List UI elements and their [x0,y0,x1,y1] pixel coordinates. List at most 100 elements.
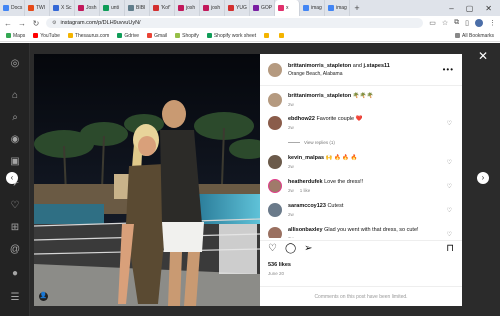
browser-tab[interactable]: Josh [75,0,100,16]
bookmark-item[interactable]: Maps [6,33,25,39]
bookmark-item[interactable]: Gdrive [117,33,139,39]
tab-label: josh [211,5,221,11]
share-icon[interactable]: ➢ [304,243,312,254]
tab-favicon-icon [278,5,284,11]
tab-label: YUG [236,5,247,11]
bookmark-item[interactable]: YouTube [33,33,60,39]
like-comment-icon[interactable]: ♡ [447,207,452,214]
tab-favicon-icon [253,5,259,11]
comment-avatar[interactable] [268,203,282,217]
tab-label: x [286,5,289,11]
close-window-icon[interactable]: ✕ [485,4,492,13]
comment-item: kevin_malpas 🙌 🔥 🔥 🔥 2w ♡ [268,155,456,169]
bookmark-label: Thesaurus.com [74,32,110,39]
bookmark-label: YouTube [40,32,60,39]
url-field[interactable]: ⚙ instagram.com/p/DLH9uvvuUyN/ [46,18,424,28]
tab-favicon-icon [53,5,59,11]
sidebar-icon[interactable]: ▯ [465,19,469,27]
likes-count[interactable]: 536 likes [268,262,291,268]
post-location[interactable]: Orange Beach, Alabama [288,71,390,77]
bookmark-label: Gdrive [124,32,140,39]
comment-item: allisonbaxley Glad you went with that dr… [268,227,456,238]
new-tab-button[interactable]: + [350,3,364,13]
previous-post-arrow-icon[interactable]: ‹ [6,172,18,184]
browser-tab[interactable]: imag [300,0,325,16]
comment-avatar[interactable] [268,116,282,130]
like-icon[interactable]: ♡ [268,243,277,254]
tab-favicon-icon [203,5,209,11]
more-options-icon[interactable]: ••• [443,65,454,74]
close-modal-icon[interactable]: ✕ [478,49,488,63]
comment-avatar[interactable] [268,93,282,107]
browser-tab[interactable]: josh [200,0,225,16]
comment-avatar[interactable] [268,179,282,193]
url-text: instagram.com/p/DLH9uvvuUyN/ [60,20,141,26]
tab-favicon-icon [178,5,184,11]
bookmark-item[interactable]: Thesaurus.com [67,32,110,39]
tab-label: GOP [261,5,273,11]
browser-tab[interactable]: imag [325,0,350,16]
minimize-icon[interactable]: – [449,4,453,13]
post-actions: ♡ ◯ ➢ ⊓ [260,240,462,256]
reload-icon[interactable]: ↻ [32,19,40,28]
view-replies-link[interactable]: View replies (1) [288,140,335,145]
author-names[interactable]: brittanimorris_stapleton and j.stapes11 [288,63,390,69]
back-icon[interactable]: ← [4,19,12,28]
browser-tab[interactable]: BIBI [125,0,150,16]
like-comment-icon[interactable]: ♡ [447,231,452,238]
maximize-icon[interactable]: ▢ [466,4,474,13]
bookmark-favicon-icon [175,33,181,38]
browser-tab[interactable]: unti [100,0,125,16]
bookmark-item[interactable] [279,33,286,39]
bookmark-favicon-icon [147,33,153,38]
browser-tab[interactable]: 'Kof' [150,0,175,16]
bookmark-item[interactable]: Shopify [175,33,199,39]
author-avatar[interactable] [268,62,282,77]
browser-tab-bar: Docs TWI X Sc Josh unti BIBI 'Kof' josh josh YUG G… [0,0,500,16]
bookmark-label: Shopify work sheet [213,32,257,39]
address-bar-row: ← → ↻ ⚙ instagram.com/p/DLH9uvvuUyN/ ▭ ☆… [0,16,500,30]
tagged-users-icon[interactable]: 👤 [39,292,48,301]
like-comment-icon[interactable]: ♡ [447,159,452,166]
browser-tab[interactable]: TWI [25,0,50,16]
comment-item: saramccoy123 Cutest 2w ♡ [268,203,456,217]
bookmark-item[interactable] [264,33,271,39]
bookmark-item[interactable]: Shopify work sheet [206,32,257,39]
like-comment-icon[interactable]: ♡ [447,120,452,127]
menu-icon[interactable]: ⋮ [489,19,496,27]
folder-icon [455,33,461,38]
comment-item: ebdhow22 Favorite couple ❤️ 2w ♡ [268,116,456,130]
browser-tab[interactable]: X Sc [50,0,75,16]
browser-tab[interactable]: Docs [0,0,25,16]
extensions-icon[interactable]: ⧉ [454,19,459,27]
browser-tab[interactable]: GOP [250,0,275,16]
bookmark-item[interactable]: Gmail [147,33,167,39]
post-header: brittanimorris_stapleton and j.stapes11 … [260,54,462,86]
post-panel: brittanimorris_stapleton and j.stapes11 … [260,54,462,306]
toolbar-right: ▭ ☆ ⧉ ▯ ⋮ [429,19,496,27]
bookmark-favicon-icon [279,33,285,38]
save-icon[interactable]: ⊓ [446,243,454,254]
profile-avatar[interactable] [475,19,483,27]
next-post-arrow-icon[interactable]: › [477,172,489,184]
like-comment-icon[interactable]: ♡ [447,183,452,190]
browser-tab[interactable]: YUG [225,0,250,16]
cast-icon[interactable]: ▭ [429,19,436,27]
replies-divider [288,142,300,143]
bookmark-label: Gmail [154,32,168,39]
all-bookmarks[interactable]: All Bookmarks [455,33,494,39]
site-info-icon[interactable]: ⚙ [52,20,56,26]
comments-list[interactable]: brittanimorris_stapleton 🌴🌴🌴 2w ebdhow22… [260,86,462,238]
comment-icon[interactable]: ◯ [285,243,296,254]
tab-label: Josh [86,5,97,11]
comment-item: brittanimorris_stapleton 🌴🌴🌴 2w [268,93,456,107]
bookmark-star-icon[interactable]: ☆ [442,19,448,27]
bookmark-favicon-icon [206,33,212,38]
comment-item: heatherdufek Love the dress!! 2w 1 like ♡ [268,179,456,193]
browser-tab[interactable]: josh [175,0,200,16]
post-photo[interactable]: 👤 [34,54,260,306]
forward-icon[interactable]: → [18,19,26,28]
comment-avatar[interactable] [268,227,282,238]
browser-tab[interactable]: x [275,0,300,16]
comment-avatar[interactable] [268,155,282,169]
